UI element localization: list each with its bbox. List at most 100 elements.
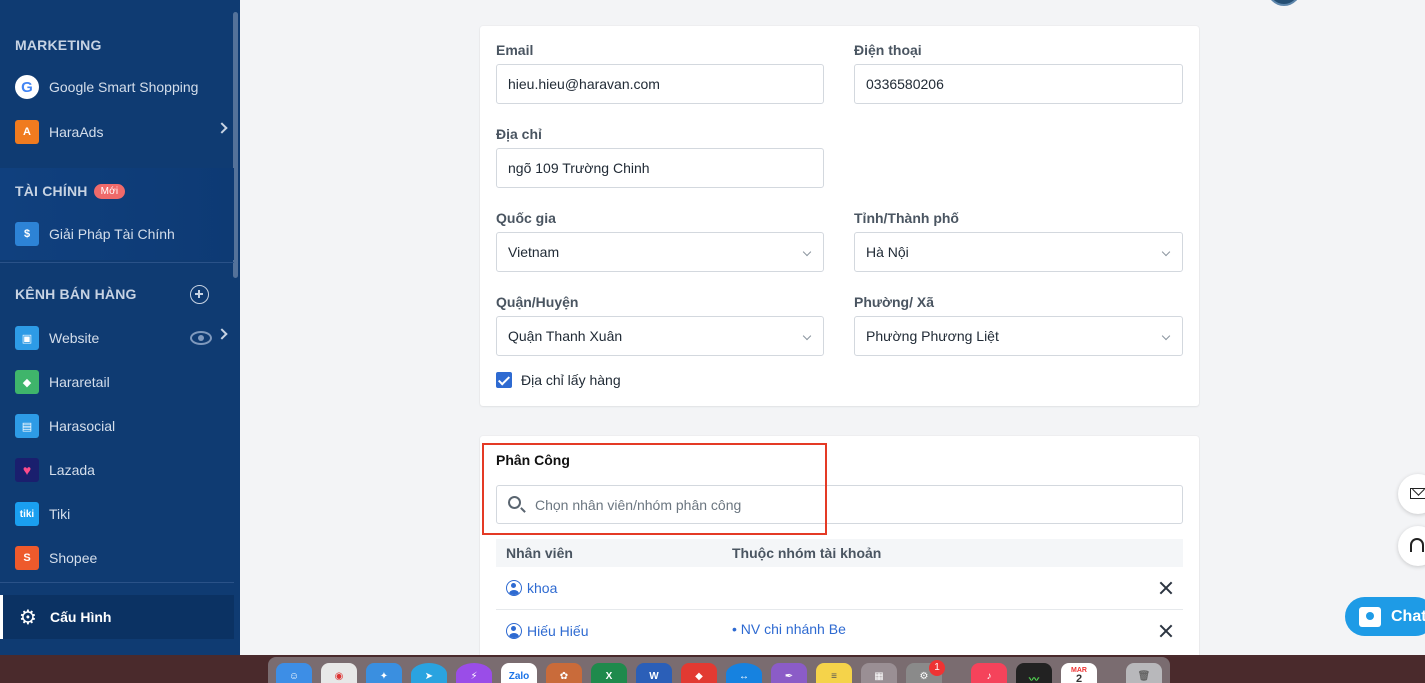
hararetail-icon: ◆: [15, 370, 39, 394]
sidebar-item-label: Cấu Hình: [50, 609, 112, 625]
staff-group: • NV chi nhánh Be: [732, 621, 846, 637]
activity-monitor-icon[interactable]: 〰: [1016, 663, 1052, 683]
sidebar: MARKETING G Google Smart Shopping A Hara…: [0, 0, 240, 655]
email-field[interactable]: hieu.hieu@haravan.com: [496, 64, 824, 104]
sidebar-item-google-smart-shopping[interactable]: G Google Smart Shopping: [0, 67, 234, 107]
finder-icon[interactable]: ☺: [276, 663, 312, 683]
trash-icon[interactable]: 🗑: [1126, 663, 1162, 683]
chrome-icon[interactable]: ◉: [321, 663, 357, 683]
phone-field[interactable]: 0336580206: [854, 64, 1183, 104]
anydesk-icon[interactable]: ◆: [681, 663, 717, 683]
sidebar-item-harasocial[interactable]: ▤ Harasocial: [0, 406, 234, 446]
province-value: Hà Nội: [866, 244, 909, 260]
chat-icon: [1359, 606, 1381, 627]
chevron-down-icon: [1161, 247, 1171, 257]
pickup-address-label: Địa chỉ lấy hàng: [521, 372, 621, 388]
sidebar-item-haraads[interactable]: A HaraAds: [0, 112, 234, 152]
col-staff: Nhân viên: [506, 545, 573, 561]
ward-select[interactable]: Phường Phương Liệt: [854, 316, 1183, 356]
address-field[interactable]: ngõ 109 Trường Chinh: [496, 148, 824, 188]
notification-badge: 1: [929, 660, 945, 676]
lazada-icon: ♥: [15, 458, 39, 482]
chat-button[interactable]: Chat: [1345, 597, 1425, 636]
telegram-icon[interactable]: ➤: [411, 663, 447, 683]
ward-value: Phường Phương Liệt: [866, 328, 999, 344]
country-select[interactable]: Vietnam: [496, 232, 824, 272]
headset-icon: [1410, 538, 1424, 552]
shopee-icon: S: [15, 546, 39, 570]
active-indicator: [0, 595, 3, 639]
sidebar-item-label: Lazada: [49, 462, 95, 478]
staff-name-link[interactable]: Hiếu Hiếu: [527, 623, 588, 639]
email-label: Email: [496, 42, 534, 58]
chevron-right-icon: [216, 328, 228, 340]
chevron-down-icon: [802, 247, 812, 257]
quill-icon[interactable]: ✒: [771, 663, 807, 683]
calendar-icon[interactable]: MAR 2: [1061, 663, 1097, 683]
add-channel-icon[interactable]: [190, 285, 209, 304]
notes-icon[interactable]: ≡: [816, 663, 852, 683]
new-badge: Mới: [93, 184, 126, 199]
tiki-icon: tiki: [15, 502, 39, 526]
chat-label: Chat: [1391, 607, 1425, 625]
section-finance-title: TÀI CHÍNH: [15, 183, 88, 199]
sidebar-item-config[interactable]: ⚙ Cấu Hình: [0, 595, 234, 639]
sidebar-item-label: Hararetail: [49, 374, 110, 390]
pickup-address-checkbox[interactable]: [496, 372, 512, 388]
zalo-icon[interactable]: Zalo: [501, 663, 537, 683]
remove-icon[interactable]: [1159, 624, 1173, 638]
phone-value: 0336580206: [866, 76, 944, 92]
ward-label: Phường/ Xã: [854, 294, 934, 310]
section-marketing: MARKETING: [15, 37, 102, 53]
google-icon: G: [15, 75, 39, 99]
country-value: Vietnam: [508, 244, 560, 260]
launcher-icon[interactable]: ✿: [546, 663, 582, 683]
district-value: Quận Thanh Xuân: [508, 328, 623, 344]
sidebar-item-finance[interactable]: $ Giải Pháp Tài Chính: [0, 214, 234, 254]
address-label: Địa chỉ: [496, 126, 542, 142]
section-channels: KÊNH BÁN HÀNG: [15, 286, 137, 302]
district-label: Quận/Huyện: [496, 294, 579, 310]
chevron-right-icon: [216, 122, 228, 134]
eye-icon[interactable]: [190, 331, 212, 345]
section-finance: TÀI CHÍNH Mới: [15, 183, 126, 199]
remove-icon[interactable]: [1159, 581, 1173, 595]
sidebar-divider: [0, 262, 234, 263]
chevron-down-icon: [1161, 331, 1171, 341]
sidebar-item-label: Tiki: [49, 506, 71, 522]
haraads-icon: A: [15, 120, 39, 144]
harasocial-icon: ▤: [15, 414, 39, 438]
province-select[interactable]: Hà Nội: [854, 232, 1183, 272]
col-group: Thuộc nhóm tài khoản: [732, 545, 882, 561]
sidebar-item-hararetail[interactable]: ◆ Hararetail: [0, 362, 234, 402]
music-icon[interactable]: ♪: [971, 663, 1007, 683]
phone-label: Điện thoại: [854, 42, 922, 58]
address-value: ngõ 109 Trường Chinh: [508, 160, 650, 176]
email-value: hieu.hieu@haravan.com: [508, 76, 660, 92]
safari-icon[interactable]: ✦: [366, 663, 402, 683]
sidebar-item-label: Harasocial: [49, 418, 116, 434]
messenger-icon[interactable]: ⚡: [456, 663, 492, 683]
staff-name-link[interactable]: khoa: [527, 580, 557, 596]
highlight-box: [482, 443, 827, 535]
sidebar-item-label: Website: [49, 330, 100, 346]
sidebar-item-label: Google Smart Shopping: [49, 79, 199, 95]
district-select[interactable]: Quận Thanh Xuân: [496, 316, 824, 356]
sidebar-item-label: Shopee: [49, 550, 98, 566]
sidebar-item-tiki[interactable]: tiki Tiki: [0, 494, 234, 534]
website-icon: ▣: [15, 326, 39, 350]
teamviewer-icon[interactable]: ↔: [726, 663, 762, 683]
sidebar-item-lazada[interactable]: ♥ Lazada: [0, 450, 234, 490]
table-row: Hiếu Hiếu • NV chi nhánh Be: [496, 610, 1183, 653]
sidebar-divider: [0, 582, 234, 583]
launchpad-icon[interactable]: ▦: [861, 663, 897, 683]
gear-icon: ⚙: [19, 606, 37, 629]
sidebar-item-label: HaraAds: [49, 124, 104, 140]
sidebar-item-shopee[interactable]: S Shopee: [0, 538, 234, 578]
staff-table-header: Nhân viên Thuộc nhóm tài khoản: [496, 539, 1183, 567]
table-row: khoa: [496, 567, 1183, 610]
country-label: Quốc gia: [496, 210, 556, 226]
excel-icon[interactable]: X: [591, 663, 627, 683]
user-icon: [506, 623, 522, 639]
word-icon[interactable]: W: [636, 663, 672, 683]
